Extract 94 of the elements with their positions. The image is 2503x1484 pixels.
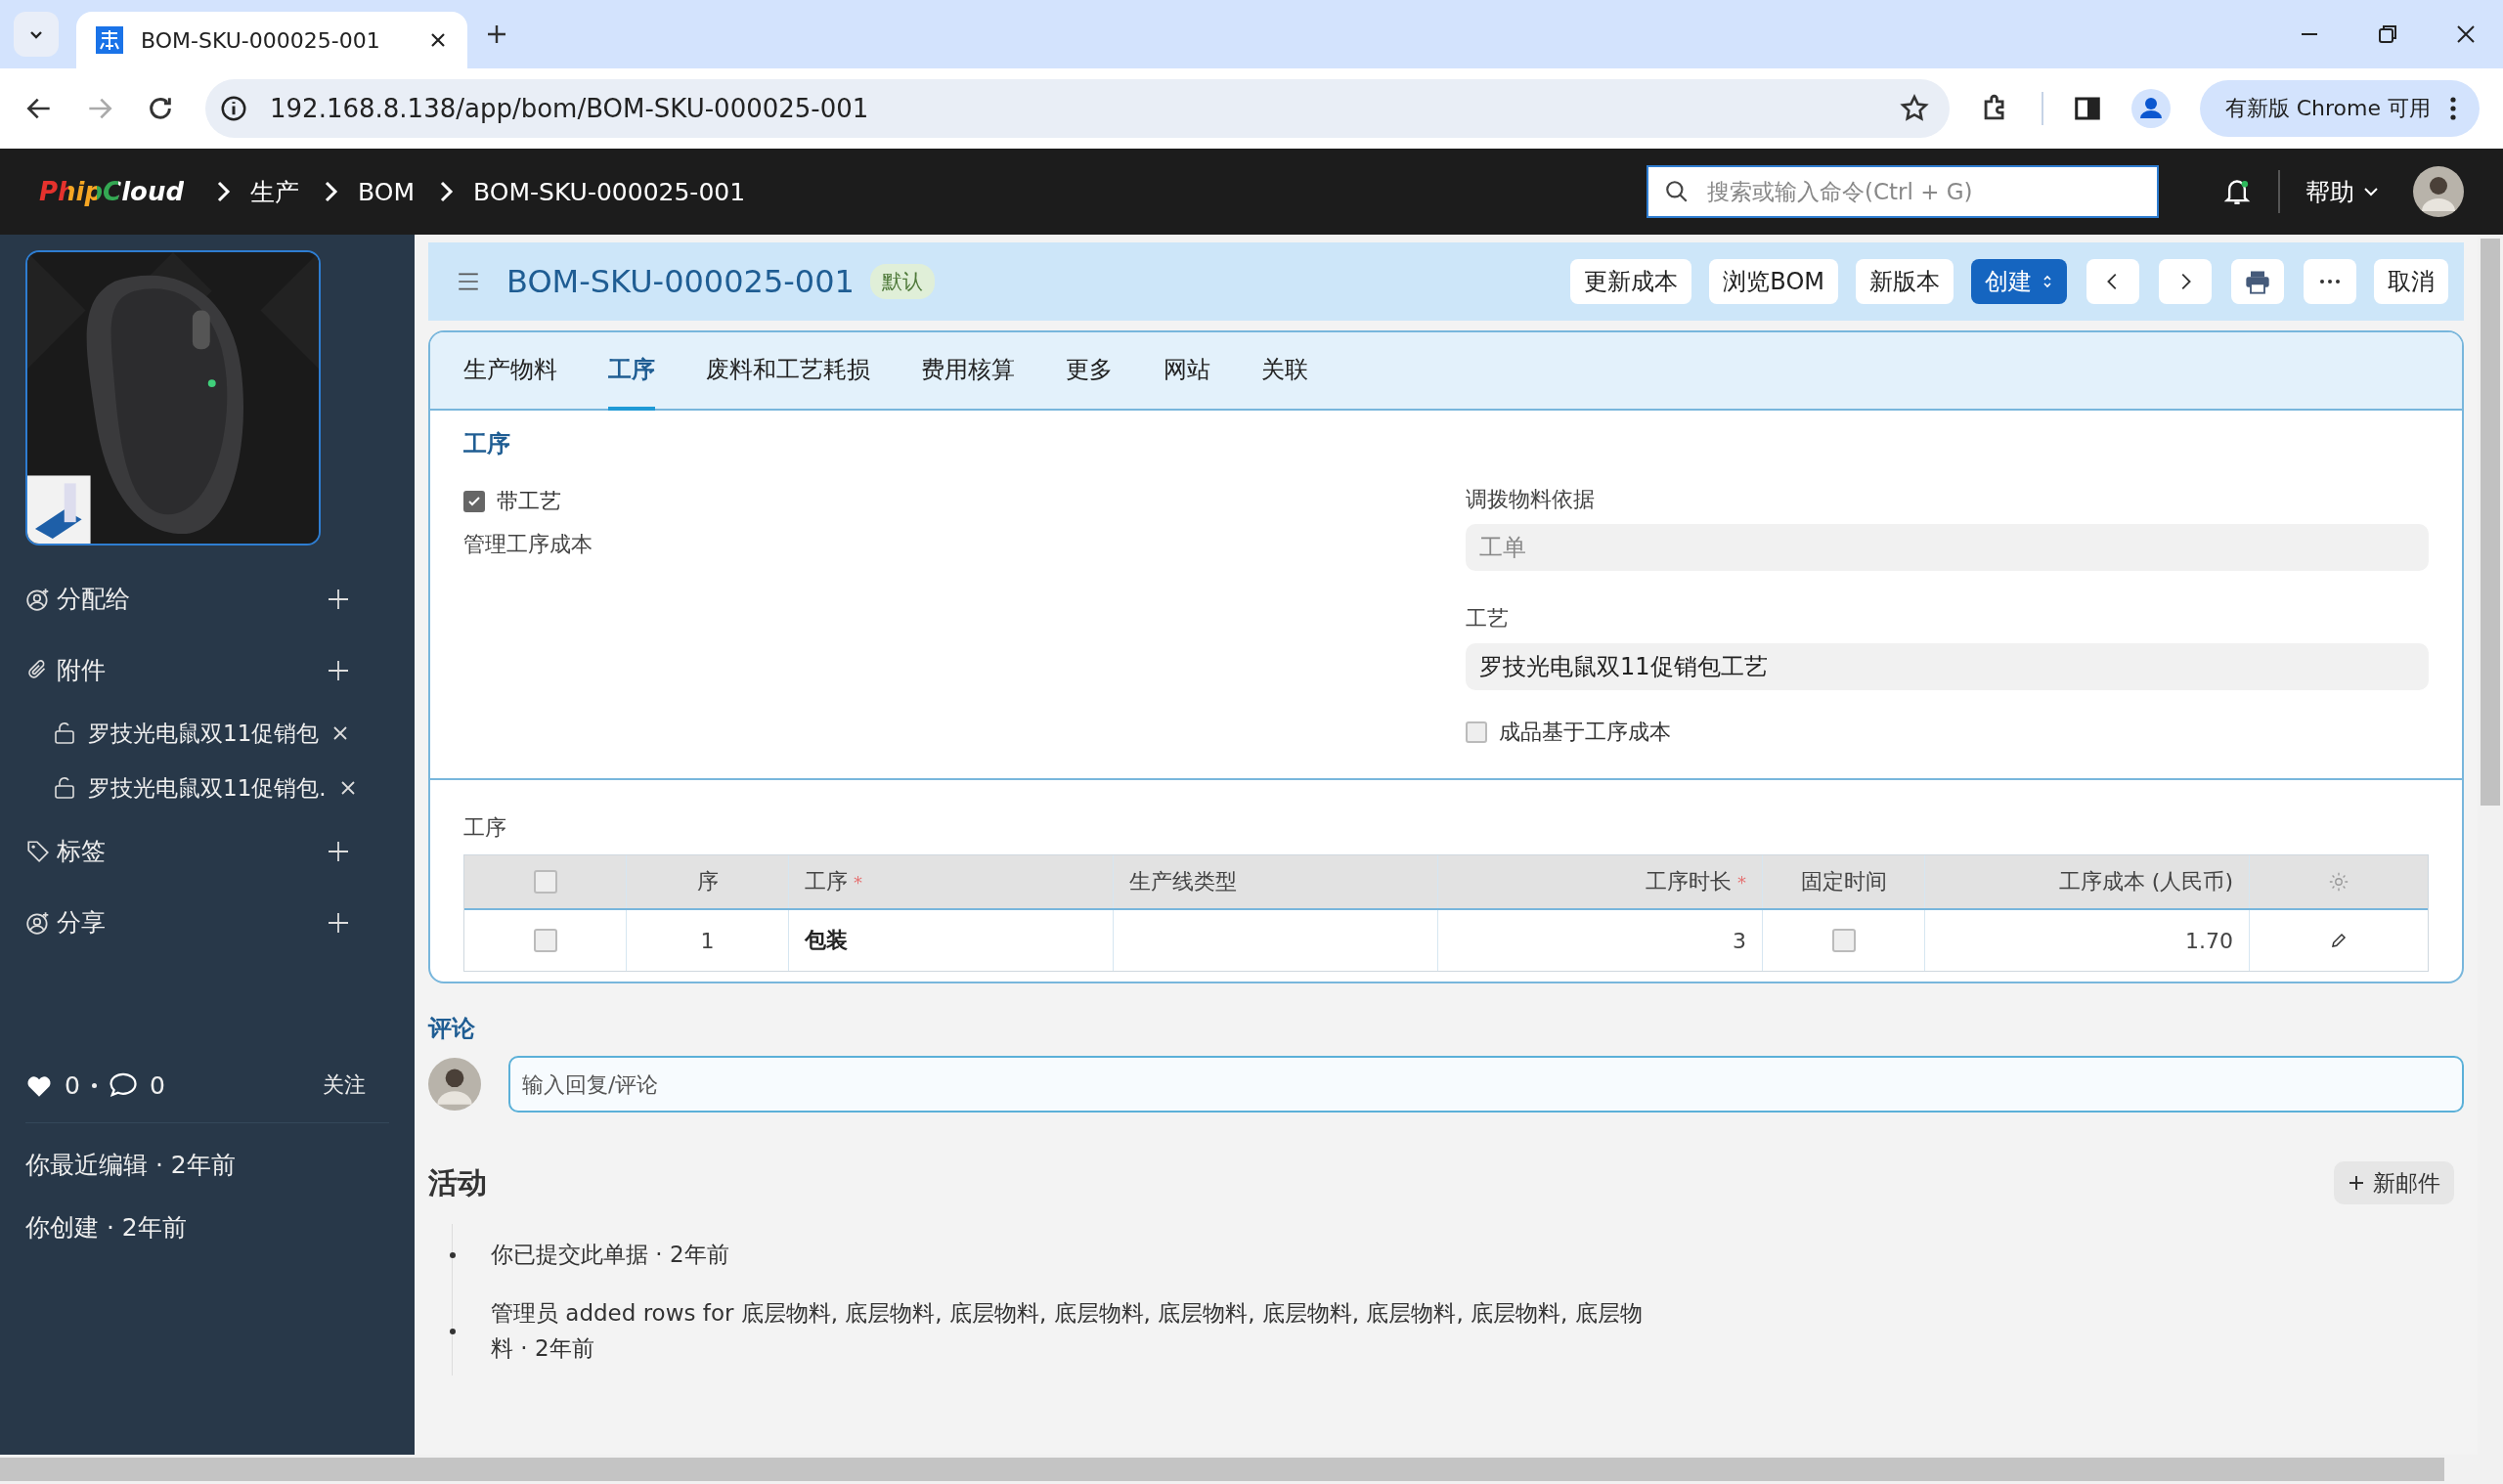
user-avatar[interactable] (2413, 166, 2464, 217)
checkbox-label: 带工艺 (497, 488, 561, 515)
form-tab[interactable]: 废料和工艺耗损 (706, 332, 870, 411)
activity-text: 管理员 added rows for 底层物料, 底层物料, 底层物料, 底层物料, 底层物料, 底层物料, 底层物料, 底层物料, 底层物料 · 2年前 (491, 1299, 1644, 1363)
readonly-field: 工单 (1466, 524, 2429, 571)
table-cell: 3 (1438, 910, 1763, 971)
readonly-field: 罗技光电鼠双11促销包工艺 (1466, 643, 2429, 690)
checkbox[interactable] (1466, 721, 1487, 743)
browser-tab[interactable]: BOM-SKU-000025-001 (76, 12, 467, 68)
activity-text: 你已提交此单据 · 2年前 (491, 1241, 729, 1270)
comment-icon[interactable] (108, 1071, 138, 1099)
row-number: 1 (627, 910, 789, 971)
sidebar-section-label[interactable]: 附件 (25, 654, 106, 686)
form-tab[interactable]: 生产物料 (463, 332, 557, 411)
field-label: 调拨物料依据 (1466, 486, 1596, 513)
row-checkbox[interactable] (533, 929, 557, 952)
required-mark: * (854, 871, 862, 893)
tag-icon (25, 838, 51, 864)
timeline-dot (450, 1328, 456, 1334)
form-tab[interactable]: 费用核算 (921, 332, 1015, 411)
sidebar-section-label[interactable]: 分配给 (25, 583, 130, 615)
search-field[interactable]: 搜索或输入命令(Ctrl + G) (1647, 165, 2159, 218)
add-icon[interactable] (327, 658, 350, 682)
comment-field[interactable]: 输入回复/评论 (508, 1056, 2464, 1113)
edit-icon[interactable] (2330, 932, 2348, 949)
search-icon (1664, 179, 1690, 204)
toolbar-button[interactable]: 更新成本 (1570, 259, 1692, 304)
select-all-checkbox[interactable] (533, 870, 557, 894)
like-count: 0 (65, 1070, 80, 1100)
plus-icon (2348, 1174, 2365, 1192)
sidebar-section-label[interactable]: 标签 (25, 835, 106, 867)
checkbox[interactable] (463, 491, 485, 512)
table-label: 工序 (463, 814, 507, 842)
field-label: 管理工序成本 (463, 531, 593, 558)
sidebar-section-label[interactable]: 分享 (25, 906, 106, 938)
checkbox[interactable] (1831, 929, 1856, 952)
print-button[interactable] (2231, 259, 2284, 304)
info-icon[interactable] (219, 94, 248, 123)
separator-dot (91, 1082, 97, 1088)
field-label: 工艺 (1466, 605, 1510, 633)
breadcrumb-link[interactable]: BOM-SKU-000025-001 (473, 177, 746, 206)
unlock-icon (53, 721, 76, 745)
status-badge: 默认 (869, 264, 935, 299)
attachment-link[interactable]: 罗技光电鼠双11促销包 (88, 718, 320, 749)
activity-title: 活动 (428, 1163, 487, 1201)
page-title: BOM-SKU-000025-001 (506, 263, 855, 300)
more-vertical-icon[interactable] (2448, 95, 2458, 122)
comments-title: 评论 (428, 1014, 476, 1044)
toolbar-button[interactable]: 浏览BOM (1709, 259, 1838, 304)
column-header: 工序时长 (1646, 868, 1732, 895)
table-cell: 包装 (789, 910, 1114, 971)
form-tab[interactable]: 工序 (608, 332, 655, 411)
help-menu[interactable]: 帮助 (2305, 175, 2380, 208)
site-favicon-icon (96, 26, 123, 54)
user-add-icon (25, 909, 51, 936)
breadcrumb-link[interactable]: 生产 (250, 175, 300, 208)
section-title: 工序 (463, 429, 511, 459)
user-add-icon (25, 586, 51, 612)
new-email-button[interactable]: 新邮件 (2334, 1161, 2454, 1204)
attachment-link[interactable]: 罗技光电鼠双11促销包. (88, 772, 327, 804)
form-tab[interactable]: 网站 (1164, 332, 1210, 411)
column-header: 生产线类型 (1129, 868, 1237, 895)
required-mark: * (1737, 871, 1746, 893)
last-edited-text: 你最近编辑 · 2年前 (25, 1122, 389, 1184)
form-tab[interactable]: 关联 (1261, 332, 1308, 411)
user-avatar (428, 1058, 481, 1111)
create-button[interactable]: 创建 (1971, 259, 2067, 304)
new-tab-icon[interactable] (485, 22, 508, 46)
follow-link[interactable]: 关注 (323, 1070, 366, 1100)
form-tab[interactable]: 更多 (1066, 332, 1113, 411)
printer-icon (2244, 269, 2271, 294)
chevron-down-icon (2362, 185, 2380, 198)
tab-title: BOM-SKU-000025-001 (141, 27, 381, 53)
cancel-button[interactable]: 取消 (2374, 259, 2448, 304)
checkbox-label: 成品基于工序成本 (1499, 719, 1671, 746)
unlock-icon (53, 776, 76, 800)
column-header: 工序成本 (人民币) (2058, 868, 2233, 895)
column-header: 固定时间 (1800, 868, 1887, 895)
column-header: 序 (696, 868, 719, 895)
update-chrome-button[interactable]: 有新版 Chrome 可用 (2199, 80, 2480, 137)
add-icon[interactable] (327, 910, 350, 935)
add-icon[interactable] (327, 587, 350, 611)
timeline-dot (450, 1252, 456, 1258)
created-text: 你创建 · 2年前 (25, 1211, 188, 1244)
breadcrumb-link[interactable]: BOM (358, 177, 416, 206)
add-icon[interactable] (327, 839, 350, 863)
table-cell: 1.70 (1925, 910, 2250, 971)
comment-count: 0 (149, 1070, 165, 1100)
profile-icon[interactable] (2130, 89, 2171, 128)
column-header: 工序 (805, 868, 848, 895)
toolbar-button[interactable]: 新版本 (1856, 259, 1954, 304)
address-field[interactable]: 192.168.8.138/app/bom/BOM-SKU-000025-001 (205, 79, 1950, 138)
restore-icon[interactable] (2376, 22, 2399, 46)
more-icon (2319, 278, 2341, 285)
